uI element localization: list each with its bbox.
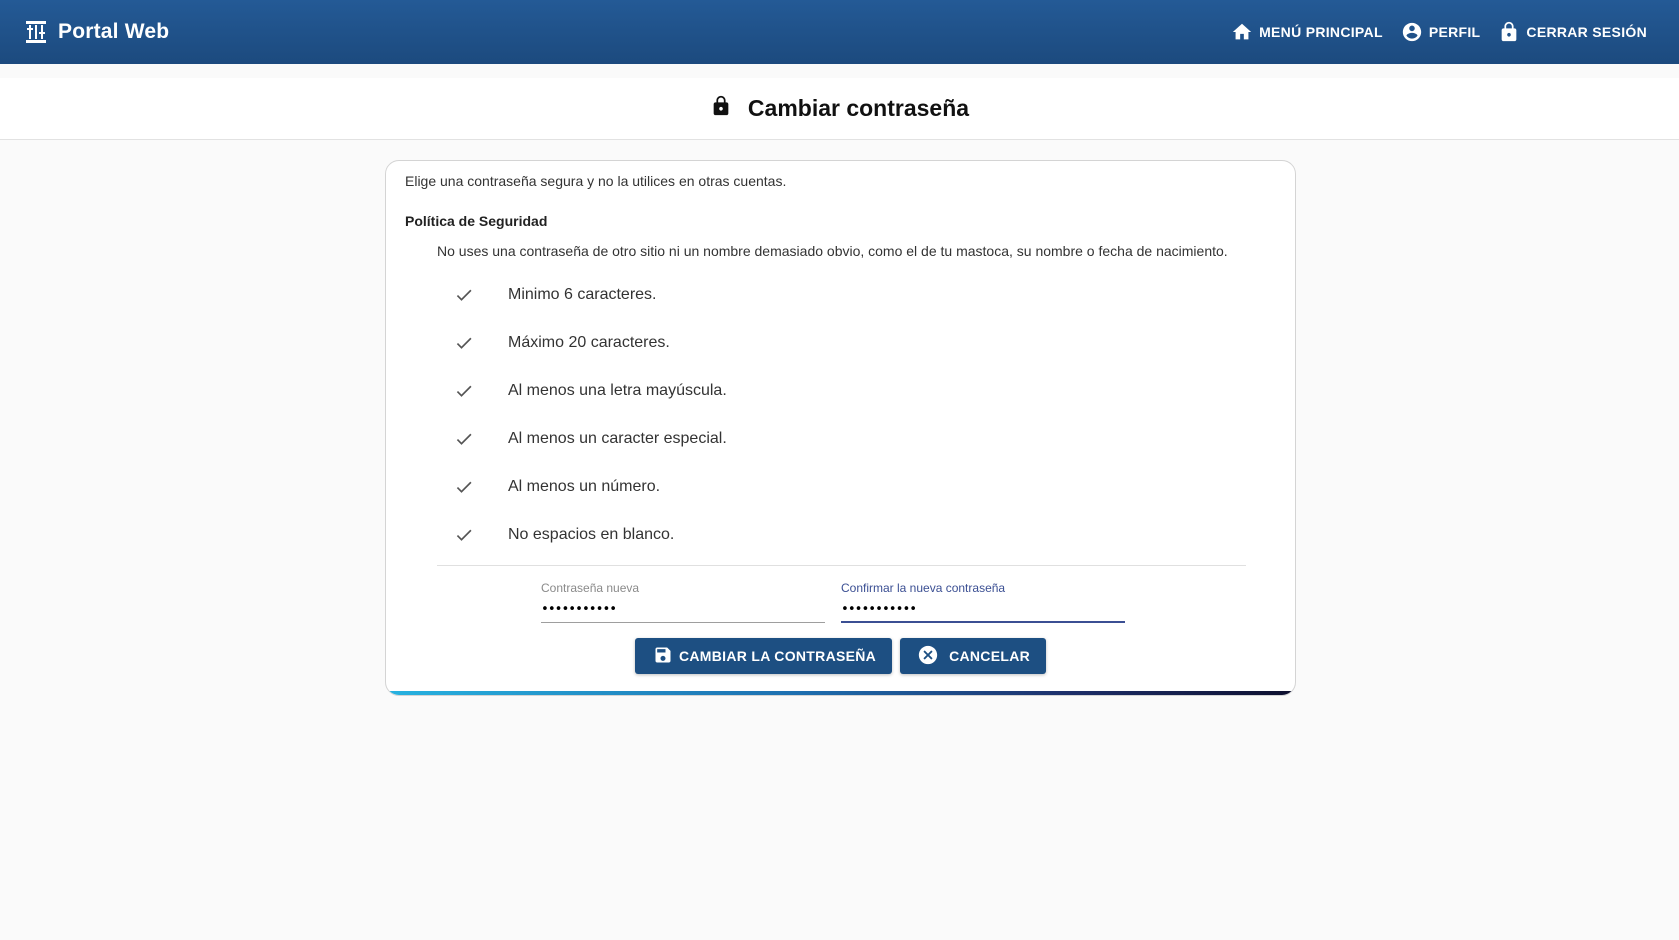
- rule-item: Minimo 6 caracteres.: [454, 271, 727, 319]
- rule-text: Al menos un caracter especial.: [508, 430, 727, 447]
- nav-main-menu-label: MENÚ PRINCIPAL: [1259, 24, 1383, 40]
- password-rules-list: Minimo 6 caracteres. Máximo 20 caractere…: [454, 271, 727, 559]
- rule-item: Al menos un número.: [454, 463, 727, 511]
- change-password-button-label: CAMBIAR LA CONTRASEÑA: [678, 648, 877, 664]
- building-columns-icon: [22, 18, 50, 46]
- rule-item: Al menos un caracter especial.: [454, 415, 727, 463]
- nav-logout-label: CERRAR SESIÓN: [1526, 24, 1647, 40]
- policy-title: Política de Seguridad: [405, 213, 548, 229]
- rule-item: No espacios en blanco.: [454, 511, 727, 559]
- card-accent-bar: [386, 691, 1295, 695]
- top-nav: MENÚ PRINCIPAL PERFIL CERRAR SESIÓN: [1231, 21, 1647, 43]
- nav-profile-label: PERFIL: [1428, 24, 1481, 40]
- change-password-card: Elige una contraseña segura y no la util…: [385, 160, 1296, 696]
- form-actions: CAMBIAR LA CONTRASEÑA CANCELAR: [386, 638, 1295, 674]
- nav-profile-button[interactable]: PERFIL: [1401, 21, 1481, 43]
- nav-logout-button[interactable]: CERRAR SESIÓN: [1498, 21, 1647, 43]
- nav-main-menu-button[interactable]: MENÚ PRINCIPAL: [1231, 21, 1383, 43]
- policy-description: No uses una contraseña de otro sitio ni …: [437, 243, 1228, 259]
- new-password-field: Contraseña nueva: [541, 581, 825, 623]
- check-icon: [454, 285, 474, 305]
- check-icon: [454, 333, 474, 353]
- cancel-button-label: CANCELAR: [949, 648, 1031, 664]
- check-icon: [454, 477, 474, 497]
- account-circle-icon: [1401, 21, 1423, 43]
- new-password-label: Contraseña nueva: [541, 581, 640, 595]
- confirm-password-field: Confirmar la nueva contraseña: [841, 581, 1125, 623]
- save-icon: [653, 645, 673, 668]
- confirm-password-label: Confirmar la nueva contraseña: [841, 581, 1006, 595]
- home-icon: [1231, 21, 1253, 43]
- page-title: Cambiar contraseña: [747, 95, 970, 121]
- rule-text: Al menos una letra mayúscula.: [508, 382, 727, 399]
- page-header: Cambiar contraseña: [0, 78, 1679, 140]
- check-icon: [454, 381, 474, 401]
- new-password-input[interactable]: [541, 596, 825, 623]
- check-icon: [454, 525, 474, 545]
- rule-text: Minimo 6 caracteres.: [508, 286, 657, 303]
- change-password-button[interactable]: CAMBIAR LA CONTRASEÑA: [634, 638, 893, 674]
- rule-text: No espacios en blanco.: [508, 526, 675, 543]
- cancel-button[interactable]: CANCELAR: [900, 638, 1047, 674]
- rule-text: Al menos un número.: [508, 478, 661, 495]
- brand[interactable]: Portal Web: [22, 18, 169, 46]
- app-title: Portal Web: [58, 20, 170, 43]
- lock-icon: [1498, 21, 1520, 43]
- rule-item: Al menos una letra mayúscula.: [454, 367, 727, 415]
- check-icon: [454, 429, 474, 449]
- lock-icon: [710, 94, 732, 123]
- intro-text: Elige una contraseña segura y no la util…: [405, 173, 787, 189]
- top-app-bar: Portal Web MENÚ PRINCIPAL PERFIL CERRAR …: [0, 0, 1679, 64]
- cancel-circle-icon: [917, 644, 939, 669]
- rule-text: Máximo 20 caracteres.: [508, 334, 670, 351]
- divider: [437, 565, 1246, 566]
- confirm-password-input[interactable]: [841, 596, 1125, 623]
- rule-item: Máximo 20 caracteres.: [454, 319, 727, 367]
